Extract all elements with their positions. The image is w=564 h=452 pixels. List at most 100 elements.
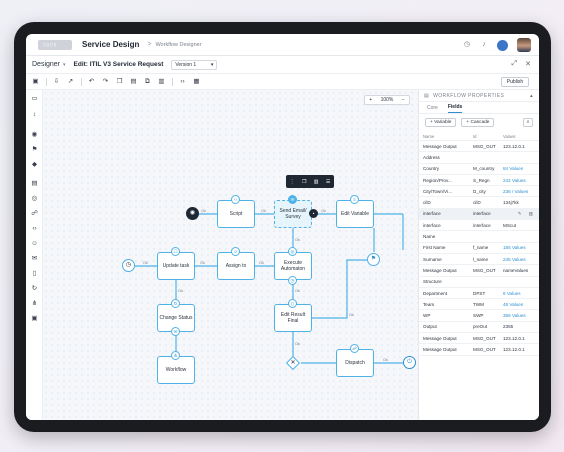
table-row[interactable]: interface interface MScut <box>419 220 539 232</box>
table-row[interactable]: Structure <box>419 277 539 288</box>
tab-core[interactable]: Core <box>427 105 438 113</box>
column-header[interactable]: Id <box>473 134 503 139</box>
calendar-icon[interactable]: ▤ <box>30 179 39 188</box>
designer-menu[interactable]: Designer <box>32 61 60 68</box>
field-name: Surname <box>423 256 442 262</box>
bell-icon[interactable]: ♪ <box>480 41 488 49</box>
end-event[interactable]: ⏻ <box>403 356 416 369</box>
field-values-link[interactable]: 242 Values <box>503 178 533 183</box>
field-values-link[interactable]: 236 / Values <box>503 189 533 194</box>
node-label: Assign to <box>225 263 247 269</box>
table-row[interactable]: Country M_country 84 Values <box>419 164 539 175</box>
node-script[interactable]: Script <box>217 200 255 228</box>
start-event[interactable]: ◉ <box>186 207 199 220</box>
breadcrumb[interactable]: Workflow Designer <box>155 42 201 48</box>
search-icon[interactable]: ⌕ <box>523 117 533 127</box>
clock-icon[interactable]: ◷ <box>463 41 471 49</box>
redo-icon[interactable]: ↷ <box>101 77 110 86</box>
users-icon[interactable]: ☍ <box>30 209 39 218</box>
download-icon[interactable]: ⇩ <box>52 77 61 86</box>
gateway-icon[interactable]: ◆ <box>30 160 39 169</box>
table-row[interactable]: First Name f_name 185 Values <box>419 243 539 254</box>
field-values-link[interactable]: 185 Values <box>503 245 533 250</box>
table-row[interactable]: Message Output MSG_OUT nameValues <box>419 265 539 277</box>
field-values-link[interactable]: 6 Values <box>503 291 533 296</box>
version-select[interactable]: Version 1 ▾ <box>171 59 218 70</box>
properties-panel: ▤ WORKFLOW PROPERTIES ▴ Core Fields + Va… <box>418 90 539 420</box>
node-edit-variable[interactable]: Edit Variable <box>336 200 374 228</box>
globe-icon[interactable]: ◉ <box>30 130 39 139</box>
workflow-canvas[interactable]: + 100% − ◉ Script ‹› ⋮ ❐ ▥ ☰ Send Email/… <box>43 90 418 420</box>
settings-icon[interactable]: ☰ <box>326 179 330 185</box>
save-icon[interactable]: ▣ <box>31 77 40 86</box>
mail-icon[interactable]: ✉ <box>30 254 39 263</box>
timer-event[interactable]: ◷ <box>122 259 135 272</box>
comment-icon[interactable]: ▣ <box>30 314 39 323</box>
field-values-link[interactable]: 356 Values <box>503 313 533 318</box>
node-dispatch[interactable]: Dispatch <box>336 349 374 377</box>
table-row[interactable]: Message Output MSG_OUT 123.12.0.1 <box>419 141 539 153</box>
node-context-toolbar[interactable]: ⋮ ❐ ▥ ☰ <box>286 175 334 188</box>
field-values-link[interactable]: 84 Values <box>503 166 533 171</box>
table-row[interactable]: interface interface ✎ ▥ <box>419 208 539 221</box>
table-row[interactable]: Output preOut 2355 <box>419 322 539 334</box>
share-icon[interactable]: ↗ <box>66 77 75 86</box>
panel-icon[interactable]: ▭ <box>30 94 39 103</box>
image-icon[interactable]: ▦ <box>192 77 201 86</box>
delete-icon[interactable]: ▥ <box>314 179 319 185</box>
more-icon[interactable]: ⋮ <box>290 179 295 185</box>
column-header[interactable]: Values <box>503 134 533 139</box>
flag-event[interactable]: ⚑ <box>367 253 380 266</box>
table-row[interactable]: Message Output MSG_OUT 123.12.0.1 <box>419 344 539 356</box>
table-row[interactable]: cilD cilD 134j7kk <box>419 197 539 209</box>
table-row[interactable]: Message Output MSG_OUT 123.12.0.1 <box>419 333 539 345</box>
table-row[interactable]: WP SWP 356 Values <box>419 310 539 322</box>
close-icon[interactable]: ✕ <box>525 60 531 68</box>
field-values-link[interactable]: 245 Values <box>503 257 533 262</box>
undo-icon[interactable]: ↶ <box>87 77 96 86</box>
app-logo[interactable]: ▯▯▯▯ <box>38 39 72 50</box>
row-actions[interactable]: ✎ ▥ <box>518 211 536 217</box>
link-handle-icon[interactable]: • <box>309 209 318 218</box>
top-header: ▯▯▯▯ Service Design > Workflow Designer … <box>26 34 539 56</box>
table-row[interactable]: Region/Prov... S_Regn 242 Values <box>419 175 539 187</box>
table-row[interactable]: City/Town/Vi... D_city 236 / Values <box>419 186 539 198</box>
table-row[interactable]: Department DPST 6 Values <box>419 288 539 300</box>
field-values-link[interactable]: 48 Values <box>503 302 533 307</box>
refresh-icon[interactable]: ↻ <box>30 284 39 293</box>
table-row[interactable]: Name <box>419 231 539 243</box>
mail-icon: ✉ <box>288 195 297 204</box>
code-icon[interactable]: ‹› <box>178 77 187 86</box>
paste-icon[interactable]: ▤ <box>129 77 138 86</box>
table-row[interactable]: Address <box>419 152 539 164</box>
eye-icon[interactable]: ◎ <box>30 194 39 203</box>
tab-fields[interactable]: Fields <box>447 104 463 113</box>
node-assign-to[interactable]: Assign to <box>217 252 255 280</box>
hierarchy-icon[interactable]: ⋔ <box>30 299 39 308</box>
delete-icon[interactable]: ▥ <box>157 77 166 86</box>
flag-icon[interactable]: ⚑ <box>30 145 39 154</box>
profile-photo[interactable] <box>517 38 531 52</box>
add-cascade-button[interactable]: + Cascade <box>461 117 495 127</box>
copy-icon[interactable]: ❐ <box>302 179 306 185</box>
node-send-email[interactable]: Send Email/ Survey <box>274 200 312 228</box>
copy-icon[interactable]: ❐ <box>115 77 124 86</box>
node-edit-result[interactable]: Edit Result Final <box>274 304 312 332</box>
node-update-task[interactable]: Update task <box>157 252 195 280</box>
expand-icon[interactable]: ⤢ <box>512 60 518 68</box>
panel-actions: + Variable + Cascade ⌕ <box>419 114 539 130</box>
node-workflow[interactable]: Workflow <box>157 356 195 384</box>
table-row[interactable]: Surname l_name 245 Values <box>419 254 539 266</box>
user-avatar[interactable] <box>497 39 508 51</box>
column-header[interactable]: Name <box>419 134 473 139</box>
duplicate-icon[interactable]: ⧉ <box>143 77 152 86</box>
publish-button[interactable]: Publish <box>501 77 529 87</box>
code-icon[interactable]: ‹› <box>30 224 39 233</box>
chevron-down-icon[interactable]: ▾ <box>63 62 66 68</box>
pointer-icon[interactable]: ↕ <box>30 110 39 119</box>
collapse-icon[interactable]: ▴ <box>530 93 533 99</box>
person-icon[interactable]: ☺ <box>30 239 39 248</box>
document-icon[interactable]: ▯ <box>30 269 39 278</box>
table-row[interactable]: Team TWM 48 Values <box>419 299 539 311</box>
add-variable-button[interactable]: + Variable <box>425 117 457 127</box>
